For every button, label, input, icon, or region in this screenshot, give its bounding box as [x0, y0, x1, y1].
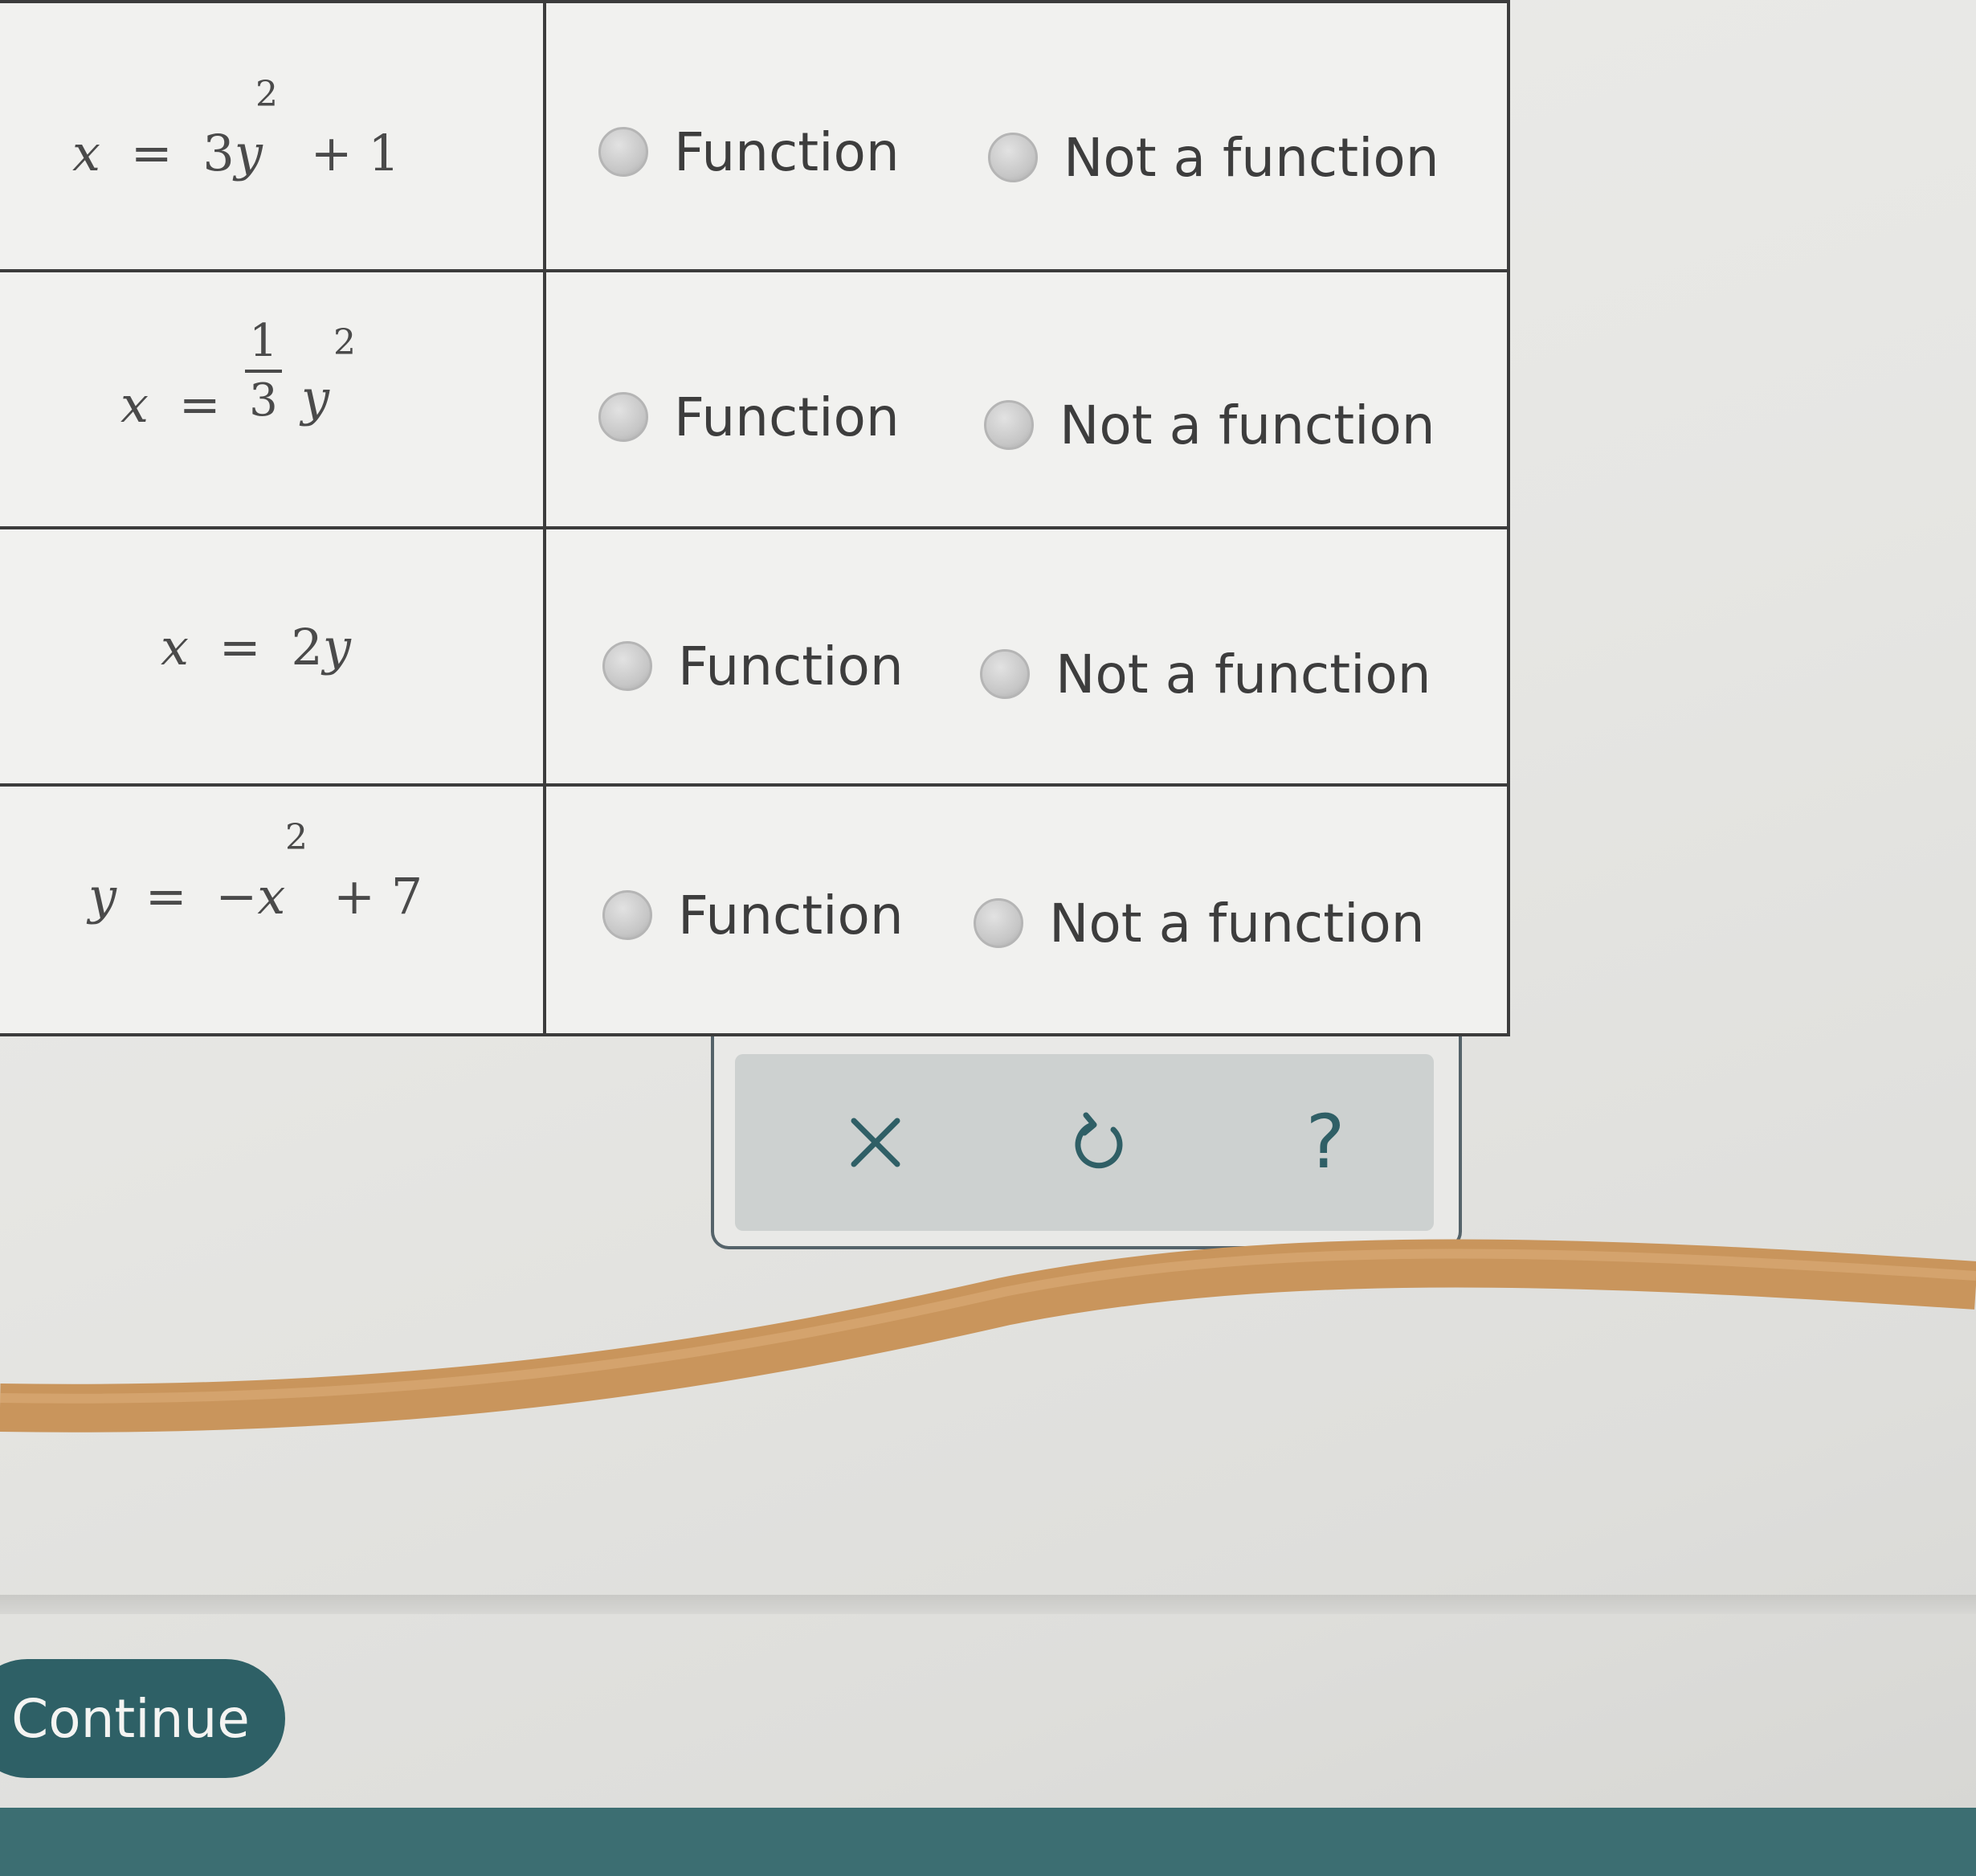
- equation-lhs: x: [161, 618, 189, 676]
- continue-label: Continue: [11, 1687, 250, 1750]
- table-row: x = 3y 2 + 1 Function Not a function: [0, 0, 1507, 269]
- equation: x = 3y 2 + 1: [72, 74, 400, 182]
- equation: y = −x 2 + 7: [88, 817, 423, 926]
- table-row: y = −x 2 + 7 Function Not a function: [0, 783, 1507, 1036]
- fraction: 1 3: [245, 317, 282, 426]
- table-row: x = 1 3 y 2 Function Not a function: [0, 269, 1507, 526]
- equals-sign: =: [145, 867, 187, 926]
- equation-cell: y = −x 2 + 7: [0, 787, 546, 1036]
- equation: x = 2y: [161, 618, 351, 676]
- equation-cell: x = 1 3 y 2: [0, 272, 546, 526]
- help-button[interactable]: ?: [1269, 1086, 1382, 1199]
- option-not-function[interactable]: Not a function: [988, 125, 1439, 190]
- option-label: Function: [678, 635, 904, 697]
- radio-button[interactable]: [602, 641, 652, 691]
- radio-button[interactable]: [988, 133, 1038, 182]
- close-icon: [851, 1118, 900, 1167]
- equation-lhs-group: x =: [120, 375, 221, 434]
- option-label: Function: [678, 884, 904, 946]
- radio-button[interactable]: [974, 898, 1023, 948]
- equation-lhs: y: [88, 867, 117, 926]
- option-label: Function: [674, 386, 900, 448]
- coefficient: 3: [202, 124, 235, 182]
- fraction-numerator: 1: [249, 315, 278, 367]
- exponent: 2: [255, 74, 278, 115]
- radio-button[interactable]: [984, 400, 1034, 450]
- option-label: Not a function: [1059, 394, 1435, 456]
- option-label: Not a function: [1064, 126, 1439, 189]
- question-table: x = 3y 2 + 1 Function Not a function x =…: [0, 0, 1510, 1036]
- undo-icon: [1075, 1112, 1123, 1169]
- equation-lhs: x: [120, 375, 149, 434]
- answer-toolbar: ?: [711, 1036, 1462, 1249]
- equation-tail: + 7: [333, 867, 423, 926]
- option-label: Function: [674, 121, 900, 183]
- exponent: 2: [285, 817, 308, 858]
- variable: x: [257, 867, 286, 926]
- option-label: Not a function: [1055, 643, 1431, 705]
- option-function[interactable]: Function: [602, 634, 904, 698]
- option-function[interactable]: Function: [598, 120, 900, 184]
- equals-sign: =: [178, 375, 221, 434]
- undo-button[interactable]: [1044, 1086, 1157, 1199]
- footer-bar: [0, 1808, 1976, 1876]
- continue-button[interactable]: Continue: [0, 1659, 285, 1778]
- option-label: Not a function: [1049, 892, 1425, 954]
- equals-sign: =: [130, 124, 173, 182]
- option-not-function[interactable]: Not a function: [980, 642, 1431, 706]
- option-not-function[interactable]: Not a function: [984, 393, 1435, 457]
- equation-tail: + 1: [310, 124, 400, 182]
- radio-button[interactable]: [980, 649, 1030, 699]
- radio-button[interactable]: [598, 392, 648, 442]
- equation-cell: x = 2y: [0, 529, 546, 783]
- radio-button[interactable]: [602, 890, 652, 940]
- equation-lhs: x: [72, 124, 100, 182]
- toolbar-panel: ?: [735, 1054, 1434, 1231]
- variable: y: [234, 124, 263, 182]
- fraction-denominator: 3: [249, 374, 278, 427]
- option-not-function[interactable]: Not a function: [974, 891, 1425, 955]
- option-function[interactable]: Function: [602, 883, 904, 947]
- coefficient: 2: [291, 618, 323, 676]
- equation-cell: x = 3y 2 + 1: [0, 3, 546, 269]
- fraction-bar: [245, 370, 282, 373]
- equation-var-group: y 2: [301, 322, 356, 427]
- variable: y: [322, 618, 351, 676]
- radio-button[interactable]: [598, 127, 648, 177]
- clear-button[interactable]: [819, 1086, 932, 1199]
- minus-sign: −: [215, 867, 258, 926]
- table-row: x = 2y Function Not a function: [0, 526, 1507, 783]
- variable: y: [301, 369, 330, 427]
- question-icon: ?: [1305, 1099, 1345, 1185]
- equals-sign: =: [218, 618, 261, 676]
- option-function[interactable]: Function: [598, 385, 900, 449]
- divider: [0, 1595, 1976, 1614]
- exponent: 2: [333, 322, 356, 363]
